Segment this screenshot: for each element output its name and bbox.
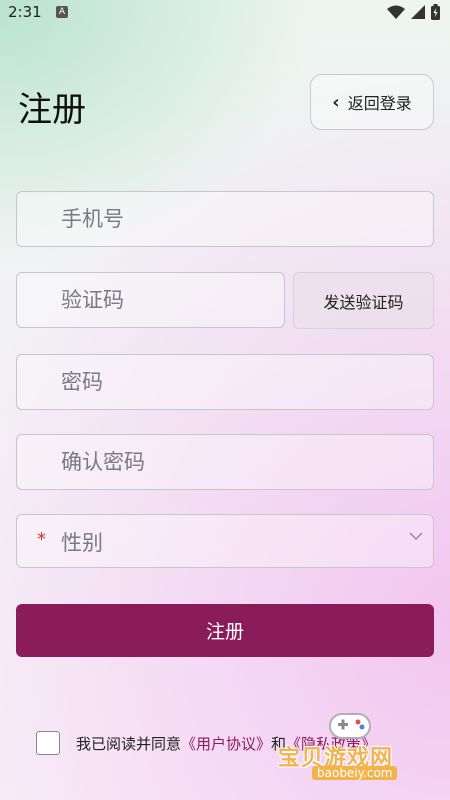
code-field-container <box>16 272 285 328</box>
wifi-icon <box>387 5 405 19</box>
status-icons <box>387 4 440 20</box>
battery-icon <box>431 4 440 20</box>
password-field-container <box>16 354 434 410</box>
status-bar: 2:31 A <box>0 0 450 26</box>
watermark: 宝贝游戏网 baobeiy.com <box>278 706 448 786</box>
required-mark: * <box>37 529 46 550</box>
status-time: 2:31 <box>8 3 42 21</box>
phone-input[interactable] <box>17 192 433 246</box>
chevron-left-icon: ‹ <box>332 91 340 113</box>
agreement-text: 我已阅读并同意 <box>76 734 182 753</box>
gamepad-icon <box>329 713 371 739</box>
chevron-down-icon <box>409 532 423 541</box>
phone-field-container <box>16 191 434 247</box>
password-input[interactable] <box>17 355 433 409</box>
back-to-login-label: 返回登录 <box>347 94 412 113</box>
user-agreement-link[interactable]: 《用户协议》 <box>181 733 271 754</box>
agreement-checkbox[interactable] <box>36 731 60 755</box>
watermark-domain: baobeiy.com <box>312 766 398 780</box>
signal-icon <box>411 5 425 19</box>
gender-placeholder: 性别 <box>61 531 103 555</box>
register-button[interactable]: 注册 <box>16 604 434 657</box>
back-to-login-button[interactable]: ‹ 返回登录 <box>310 74 434 130</box>
send-code-button[interactable]: 发送验证码 <box>293 272 434 329</box>
page-title: 注册 <box>18 90 86 130</box>
gender-select[interactable]: * 性别 <box>16 514 434 568</box>
confirm-password-input[interactable] <box>17 435 433 489</box>
confirm-password-field-container <box>16 434 434 490</box>
verification-code-input[interactable] <box>17 273 284 327</box>
notification-icon: A <box>56 6 68 18</box>
